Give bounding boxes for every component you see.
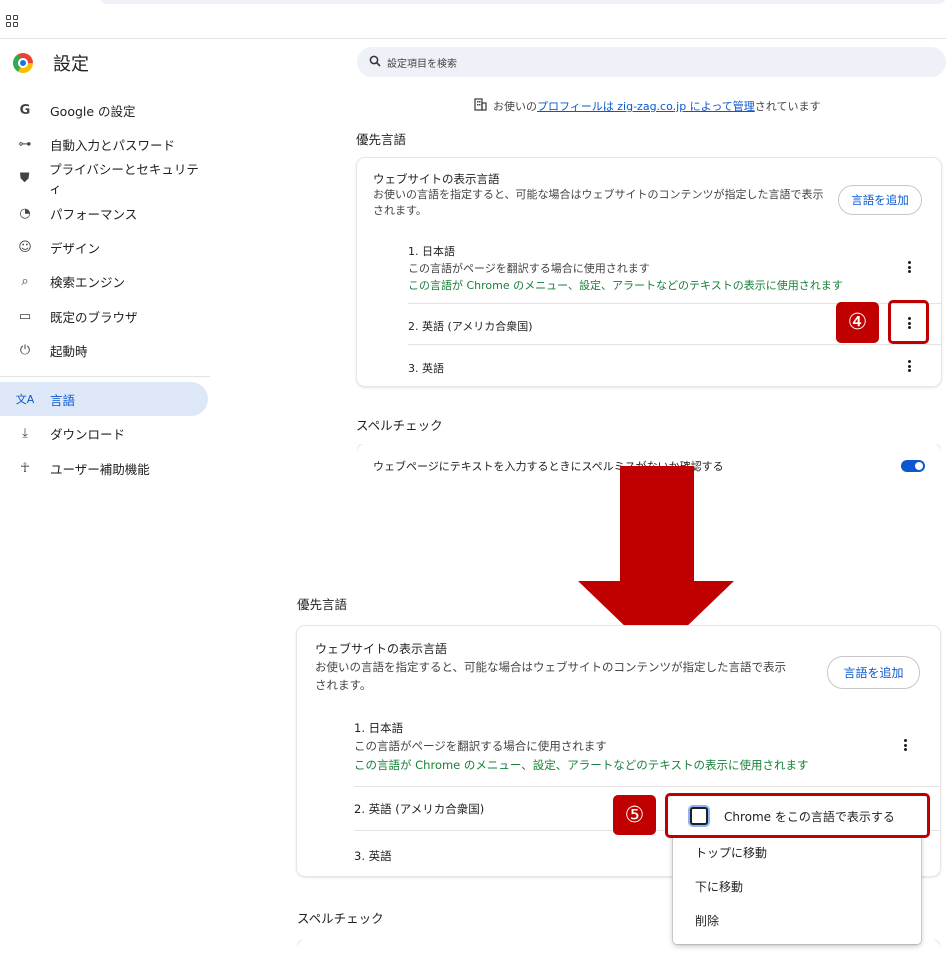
search-input[interactable]: 設定項目を検索 <box>357 47 946 77</box>
language-ui-note: この言語が Chrome のメニュー、設定、アラートなどのテキストの表示に使用さ… <box>408 279 843 292</box>
add-language-button[interactable]: 言語を追加 <box>827 656 920 689</box>
sidebar-divider <box>0 376 210 377</box>
page-title: 設定 <box>53 54 89 75</box>
sidebar-item-autofill[interactable]: ⊶ 自動入力とパスワード <box>0 127 208 161</box>
managed-suffix: されています <box>754 100 821 113</box>
google-icon: G <box>19 102 31 118</box>
sidebar-item-downloads[interactable]: ⤓ ダウンロード <box>0 416 208 450</box>
language-subtext: この言語がページを翻訳する場合に使用されます <box>354 739 607 753</box>
language-name: 3. 英語 <box>354 849 392 863</box>
browser-window-icon: ▭ <box>18 308 32 324</box>
card-description: お使いの言語を指定すると、可能な場合はウェブサイトのコンテンツが指定した言語で表… <box>373 187 843 219</box>
menu-item-remove[interactable]: 削除 <box>695 912 719 929</box>
card-description-line: お使いの言語を指定すると、可能な場合はウェブサイトのコンテンツが指定した言語で表… <box>373 188 824 201</box>
sidebar-item-accessibility[interactable]: ☥ ユーザー補助機能 <box>0 451 208 485</box>
top-tab-strip <box>100 0 946 4</box>
download-icon: ⤓ <box>22 425 28 441</box>
menu-item-display-chrome[interactable]: Chrome をこの言語で表示する <box>690 807 895 825</box>
sidebar-item-google[interactable]: G Google の設定 <box>0 93 208 127</box>
sidebar-item-label: 検索エンジン <box>50 274 126 290</box>
languages-card: ウェブサイトの表示言語 お使いの言語を指定すると、可能な場合はウェブサイトのコン… <box>357 158 941 386</box>
row-divider <box>408 344 941 345</box>
language-name: 2. 英語 (アメリカ合衆国) <box>354 802 485 816</box>
sidebar-item-on-startup[interactable]: ⏻ 起動時 <box>0 333 208 367</box>
search-icon <box>369 55 381 70</box>
more-options-icon[interactable] <box>899 738 911 752</box>
building-icon <box>474 98 487 114</box>
card-description-line: されます。 <box>315 678 372 692</box>
shield-icon: ⛊ <box>19 170 30 186</box>
sidebar-item-label: パフォーマンス <box>50 206 138 222</box>
language-ui-note: この言語が Chrome のメニュー、設定、アラートなどのテキストの表示に使用さ… <box>354 758 809 772</box>
card-title: ウェブサイトの表示言語 <box>315 642 448 656</box>
row-divider <box>354 786 940 787</box>
checkbox[interactable] <box>690 807 708 825</box>
menu-item-move-down[interactable]: 下に移動 <box>695 878 743 895</box>
step-badge: ⑤ <box>613 795 656 835</box>
sidebar-item-privacy[interactable]: ⛊ プライバシーとセキュリティ <box>0 161 208 196</box>
translate-icon: 文A <box>15 393 35 406</box>
header-divider <box>0 38 946 39</box>
sidebar-item-label: 言語 <box>50 392 76 408</box>
sidebar-item-label: デザイン <box>50 240 101 256</box>
language-name: 1. 日本語 <box>408 245 455 258</box>
card-description-line: お使いの言語を指定すると、可能な場合はウェブサイトのコンテンツが指定した言語で表… <box>315 660 787 674</box>
more-options-icon[interactable] <box>903 359 915 373</box>
search-placeholder: 設定項目を検索 <box>387 58 457 70</box>
sidebar-item-label: Google の設定 <box>50 103 136 119</box>
sidebar-item-label: 自動入力とパスワード <box>50 137 176 153</box>
section-title-spellcheck: スペルチェック <box>356 418 443 433</box>
apps-grid-icon[interactable] <box>6 15 18 27</box>
section-title-languages: 優先言語 <box>297 597 348 612</box>
accessibility-icon: ☥ <box>20 460 30 476</box>
sidebar-item-label: 起動時 <box>50 343 88 359</box>
key-icon: ⊶ <box>18 136 32 152</box>
menu-item-move-top[interactable]: トップに移動 <box>695 844 767 861</box>
chrome-logo-icon <box>13 53 33 73</box>
card-title: ウェブサイトの表示言語 <box>373 172 500 186</box>
search-icon: ⌕ <box>21 273 29 289</box>
card-description-line: されます。 <box>373 204 427 217</box>
language-name: 1. 日本語 <box>354 721 404 735</box>
sidebar-item-languages[interactable]: 文A 言語 <box>0 382 208 416</box>
step-badge: ④ <box>836 302 879 343</box>
sidebar-item-appearance[interactable]: ☺ デザイン <box>0 230 208 264</box>
managed-notice: お使いのプロフィールは zig-zag.co.jp によって管理されています <box>474 98 820 114</box>
sidebar-item-default-browser[interactable]: ▭ 既定のブラウザ <box>0 299 208 333</box>
language-name: 2. 英語 (アメリカ合衆国) <box>408 320 533 333</box>
sidebar-item-label: 既定のブラウザ <box>50 309 138 325</box>
sidebar-item-performance[interactable]: ◔ パフォーマンス <box>0 196 208 230</box>
power-icon: ⏻ <box>19 342 31 358</box>
more-options-icon[interactable] <box>903 260 915 274</box>
language-subtext: この言語がページを翻訳する場合に使用されます <box>408 262 650 275</box>
spellcheck-toggle[interactable] <box>901 460 925 472</box>
highlight-frame: Chrome をこの言語で表示する <box>665 793 930 838</box>
card-description: お使いの言語を指定すると、可能な場合はウェブサイトのコンテンツが指定した言語で表… <box>315 658 835 694</box>
sidebar-item-label: ダウンロード <box>50 426 126 442</box>
managed-profile-link[interactable]: プロフィールは zig-zag.co.jp によって管理 <box>537 100 755 113</box>
palette-icon: ☺ <box>18 239 32 255</box>
sidebar-item-label: プライバシーとセキュリティ <box>49 162 199 196</box>
sidebar-item-search-engine[interactable]: ⌕ 検索エンジン <box>0 264 208 298</box>
language-name: 3. 英語 <box>408 362 444 375</box>
more-options-icon[interactable] <box>903 316 915 330</box>
section-title-spellcheck: スペルチェック <box>297 911 384 926</box>
sidebar-item-label: ユーザー補助機能 <box>50 461 150 477</box>
menu-item-label: Chrome をこの言語で表示する <box>724 809 895 824</box>
add-language-button[interactable]: 言語を追加 <box>838 185 922 215</box>
speedometer-icon: ◔ <box>19 205 31 221</box>
managed-prefix: お使いの <box>493 100 537 113</box>
section-title-languages: 優先言語 <box>356 132 407 147</box>
